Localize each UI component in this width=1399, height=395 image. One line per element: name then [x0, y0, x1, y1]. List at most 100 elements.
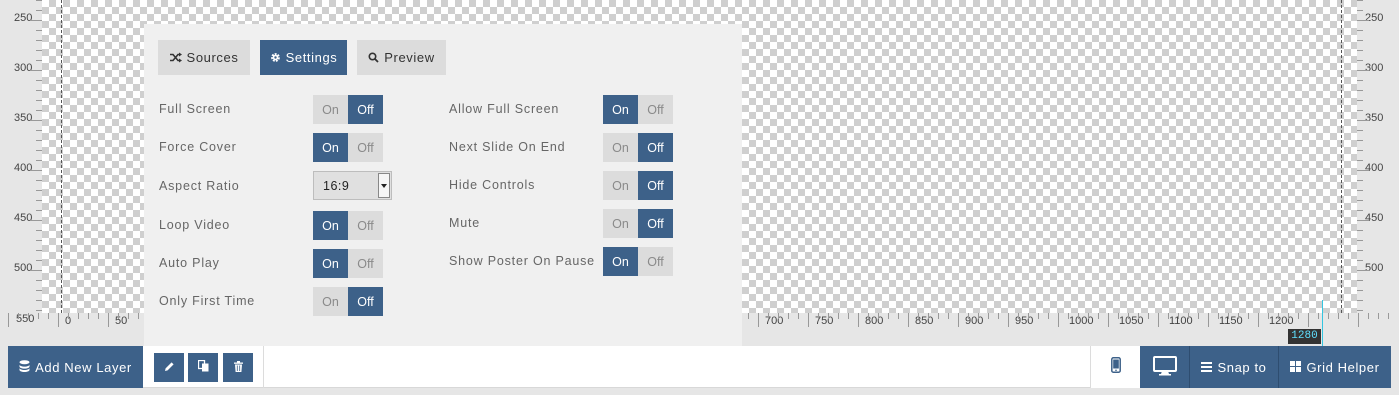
- add-new-layer-button[interactable]: Add New Layer: [8, 346, 143, 388]
- full-screen-toggle[interactable]: On Off: [313, 95, 384, 124]
- toggle-on-option[interactable]: On: [603, 133, 638, 162]
- toggle-off-option[interactable]: Off: [348, 249, 383, 278]
- toggle-on-option[interactable]: On: [313, 211, 348, 240]
- toggle-on-option[interactable]: On: [603, 171, 638, 200]
- toggle-on-option[interactable]: On: [313, 95, 348, 124]
- aspect-ratio-value: 16:9: [323, 178, 350, 193]
- ruler-label: 350: [1365, 112, 1384, 124]
- next-slide-on-end-toggle[interactable]: On Off: [603, 133, 674, 162]
- ruler-tick: [128, 313, 129, 319]
- ruler-tick: [1378, 313, 1379, 319]
- tab-sources[interactable]: Sources: [158, 40, 250, 75]
- mobile-view-button[interactable]: [1090, 346, 1140, 388]
- mute-toggle[interactable]: On Off: [603, 209, 674, 238]
- ruler-tick: [948, 313, 949, 319]
- ruler-tick: [1357, 150, 1363, 151]
- gear-icon: [270, 52, 281, 63]
- ruler-tick: [38, 313, 39, 319]
- toggle-on-option[interactable]: On: [313, 133, 348, 162]
- snap-to-button[interactable]: Snap to: [1189, 346, 1278, 388]
- ruler-tick: [1357, 190, 1363, 191]
- ruler-tick: [1248, 313, 1249, 319]
- right-guide-line: [1341, 0, 1342, 313]
- left-guide-line: [61, 0, 62, 313]
- ruler-tick: [1357, 230, 1363, 231]
- chevron-down-icon[interactable]: [378, 173, 390, 198]
- toggle-off-option[interactable]: Off: [638, 171, 673, 200]
- ruler-label: 300: [14, 62, 33, 74]
- ruler-label: 50: [115, 315, 128, 327]
- tab-label: Settings: [285, 50, 338, 65]
- force-cover-toggle[interactable]: On Off: [313, 133, 384, 162]
- ruler-tick: [1178, 313, 1179, 319]
- tab-preview[interactable]: Preview: [357, 40, 446, 75]
- ruler-tick: [758, 313, 759, 327]
- hide-controls-label: Hide Controls: [449, 178, 536, 192]
- ruler-tick: [978, 313, 979, 319]
- toggle-off-option[interactable]: Off: [348, 287, 383, 316]
- ruler-tick: [1338, 313, 1339, 319]
- toggle-on-option[interactable]: On: [313, 249, 348, 278]
- ruler-tick: [1308, 313, 1309, 327]
- ruler-tick: [1357, 250, 1363, 251]
- only-first-time-toggle[interactable]: On Off: [313, 287, 384, 316]
- toolbar-divider: [263, 346, 264, 388]
- ruler-tick: [1238, 313, 1239, 319]
- ruler-tick: [958, 313, 959, 327]
- loop-video-toggle[interactable]: On Off: [313, 211, 384, 240]
- tab-label: Preview: [384, 50, 435, 65]
- ruler-tick: [108, 313, 109, 327]
- allow-full-screen-toggle[interactable]: On Off: [603, 95, 674, 124]
- ruler-tick: [868, 313, 869, 319]
- toggle-off-option[interactable]: Off: [638, 133, 673, 162]
- ruler-label: 1050: [1119, 315, 1144, 327]
- toggle-off-option[interactable]: Off: [348, 211, 383, 240]
- ruler-tick: [1357, 180, 1363, 181]
- ruler-tick: [30, 20, 42, 21]
- show-poster-on-pause-toggle[interactable]: On Off: [603, 247, 674, 276]
- toggle-off-option[interactable]: Off: [348, 133, 383, 162]
- ruler-tick: [1148, 313, 1149, 319]
- ruler-label: 450: [14, 212, 33, 224]
- grid-helper-button[interactable]: Grid Helper: [1278, 346, 1391, 388]
- ruler-tick: [1357, 170, 1369, 171]
- ruler-tick: [18, 313, 19, 319]
- ruler-label: 350: [14, 112, 33, 124]
- toggle-on-option[interactable]: On: [603, 95, 638, 124]
- toggle-on-option[interactable]: On: [603, 247, 638, 276]
- ruler-tick: [1357, 30, 1363, 31]
- full-screen-label: Full Screen: [159, 102, 232, 116]
- hide-controls-toggle[interactable]: On Off: [603, 171, 674, 200]
- ruler-tick: [1118, 313, 1119, 319]
- ruler-tick: [1048, 313, 1049, 319]
- toggle-on-option[interactable]: On: [603, 209, 638, 238]
- width-marker-line: [1322, 300, 1323, 346]
- ruler-tick: [938, 313, 939, 319]
- duplicate-layer-button[interactable]: [188, 353, 218, 382]
- ruler-tick: [1357, 110, 1363, 111]
- desktop-view-button[interactable]: [1140, 346, 1189, 388]
- ruler-tick: [1328, 313, 1329, 319]
- ruler-tick: [8, 313, 9, 327]
- toggle-off-option[interactable]: Off: [638, 209, 673, 238]
- ruler-tick: [48, 313, 49, 319]
- toggle-off-option[interactable]: Off: [348, 95, 383, 124]
- ruler-tick: [1068, 313, 1069, 319]
- ruler-tick: [1028, 313, 1029, 319]
- edit-layer-button[interactable]: [154, 353, 184, 382]
- ruler-label: 400: [14, 162, 33, 174]
- delete-layer-button[interactable]: [223, 353, 253, 382]
- ruler-tick: [1388, 313, 1389, 319]
- ruler-tick: [1098, 313, 1099, 319]
- tab-label: Sources: [186, 50, 239, 65]
- toggle-off-option[interactable]: Off: [638, 247, 673, 276]
- ruler-tick: [30, 70, 42, 71]
- tab-settings[interactable]: Settings: [260, 40, 347, 75]
- toggle-on-option[interactable]: On: [313, 287, 348, 316]
- ruler-tick: [1358, 313, 1359, 327]
- ruler-tick: [1357, 200, 1363, 201]
- mute-label: Mute: [449, 216, 480, 230]
- aspect-ratio-select[interactable]: 16:9: [313, 171, 392, 200]
- toggle-off-option[interactable]: Off: [638, 95, 673, 124]
- auto-play-toggle[interactable]: On Off: [313, 249, 384, 278]
